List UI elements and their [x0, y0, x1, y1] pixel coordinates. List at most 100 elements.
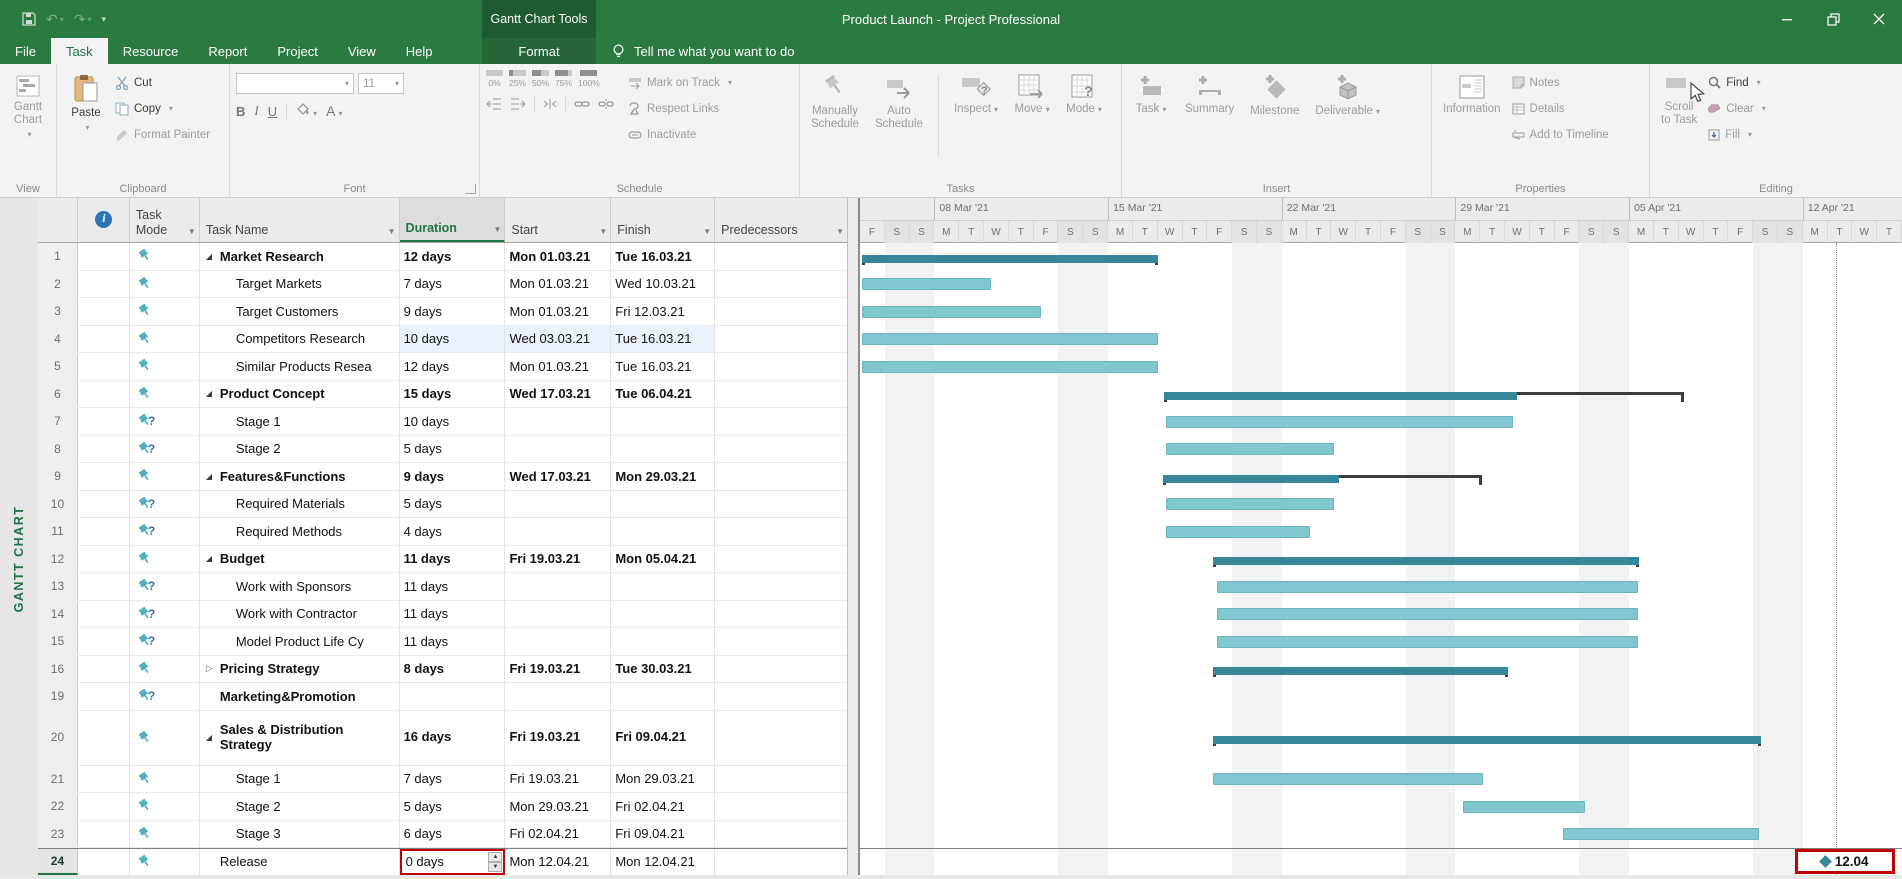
tab-format[interactable]: Format [482, 38, 596, 64]
task-name-cell[interactable]: ◢Product Concept [200, 381, 400, 408]
info-cell[interactable] [78, 381, 130, 408]
gantt-task-bar[interactable] [1563, 828, 1759, 840]
bold-button[interactable]: B [236, 104, 245, 119]
row-number[interactable]: 8 [38, 436, 78, 463]
info-cell[interactable] [78, 573, 130, 600]
row-number[interactable]: 5 [38, 353, 78, 380]
mode-button[interactable]: ? Mode [1061, 70, 1107, 177]
inactivate-button[interactable]: Inactivate [628, 124, 732, 145]
task-mode-cell[interactable] [130, 766, 200, 793]
select-all-header[interactable] [38, 198, 78, 242]
duration-cell[interactable]: 11 days [400, 546, 506, 573]
copy-button[interactable]: Copy [115, 98, 210, 119]
gantt-task-bar[interactable] [1166, 443, 1334, 455]
start-cell[interactable] [505, 628, 611, 655]
duration-cell[interactable]: 10 days [400, 326, 506, 353]
info-cell[interactable] [78, 326, 130, 353]
task-mode-cell[interactable] [130, 793, 200, 820]
customize-qat-icon[interactable]: ▾ [102, 14, 107, 25]
task-name-cell[interactable]: Stage 2 [200, 793, 400, 820]
redo-icon[interactable]: ↷▾ [74, 11, 92, 28]
link-tasks-icon[interactable] [574, 99, 590, 109]
task-mode-cell[interactable]: ? [130, 601, 200, 628]
gantt-task-bar[interactable] [1217, 581, 1638, 593]
gantt-task-bar[interactable] [1213, 773, 1483, 785]
predecessors-cell[interactable] [715, 381, 847, 408]
filter-caret-icon[interactable]: ▼ [494, 225, 502, 234]
row-number[interactable]: 15 [38, 628, 78, 655]
tab-report[interactable]: Report [193, 38, 262, 64]
task-name-cell[interactable]: ◢Market Research [200, 243, 400, 270]
percent-75-button[interactable]: 75% [555, 70, 572, 88]
task-mode-cell[interactable]: ? [130, 683, 200, 710]
gantt-task-bar[interactable] [1166, 526, 1310, 538]
font-name-select[interactable]: ▾ [236, 73, 354, 94]
predecessors-cell[interactable] [715, 491, 847, 518]
duration-cell[interactable]: 8 days [400, 656, 506, 683]
predecessors-cell[interactable] [715, 298, 847, 325]
task-mode-cell[interactable]: ? [130, 408, 200, 435]
info-cell[interactable] [78, 683, 130, 710]
filter-caret-icon[interactable]: ▼ [188, 227, 196, 236]
find-button[interactable]: Find [1708, 72, 1766, 93]
row-number[interactable]: 1 [38, 243, 78, 270]
start-cell[interactable]: Fri 02.04.21 [505, 821, 611, 848]
tab-view[interactable]: View [333, 38, 391, 64]
info-cell[interactable] [78, 353, 130, 380]
finish-cell[interactable]: Tue 16.03.21 [611, 243, 715, 270]
finish-cell[interactable]: Tue 06.04.21 [611, 381, 715, 408]
split-task-icon[interactable] [543, 98, 557, 110]
start-cell[interactable]: Mon 01.03.21 [505, 243, 611, 270]
filter-caret-icon[interactable]: ▼ [836, 227, 844, 236]
task-name-cell[interactable]: Competitors Research [200, 326, 400, 353]
underline-button[interactable]: U [268, 104, 277, 119]
percent-25-button[interactable]: 25% [509, 70, 526, 88]
info-cell[interactable] [78, 436, 130, 463]
tab-project[interactable]: Project [262, 38, 332, 64]
start-cell[interactable]: Wed 03.03.21 [505, 326, 611, 353]
row-number[interactable]: 14 [38, 601, 78, 628]
close-button[interactable] [1856, 0, 1902, 38]
task-mode-cell[interactable]: ? [130, 518, 200, 545]
row-number[interactable]: 24 [38, 849, 78, 875]
row-number[interactable]: 3 [38, 298, 78, 325]
add-to-timeline-button[interactable]: Add to Timeline [1512, 124, 1609, 145]
duration-spinner[interactable]: ▲▼ [488, 852, 502, 872]
task-mode-cell[interactable] [130, 353, 200, 380]
row-number[interactable]: 20 [38, 711, 78, 765]
undo-icon[interactable]: ↶▾ [46, 11, 64, 28]
row-number[interactable]: 11 [38, 518, 78, 545]
row-number[interactable]: 21 [38, 766, 78, 793]
row-number[interactable]: 9 [38, 463, 78, 490]
task-name-cell[interactable]: ▷Pricing Strategy [200, 656, 400, 683]
start-cell[interactable]: Mon 01.03.21 [505, 353, 611, 380]
task-mode-cell[interactable] [130, 849, 200, 875]
duration-cell[interactable]: 9 days [400, 298, 506, 325]
duration-cell[interactable]: 16 days [400, 711, 506, 765]
inspect-button[interactable]: ? Inspect [949, 70, 1003, 177]
task-name-cell[interactable]: Required Methods [200, 518, 400, 545]
start-cell[interactable] [505, 518, 611, 545]
start-cell[interactable]: Mon 01.03.21 [505, 298, 611, 325]
task-mode-cell[interactable] [130, 298, 200, 325]
italic-button[interactable]: I [254, 103, 258, 119]
outdent-task-icon[interactable] [486, 98, 502, 110]
predecessors-cell[interactable] [715, 573, 847, 600]
finish-cell[interactable] [611, 436, 715, 463]
predecessors-cell[interactable] [715, 326, 847, 353]
predecessors-cell[interactable] [715, 546, 847, 573]
duration-cell[interactable]: 0 days▲▼ [400, 849, 506, 875]
insert-deliverable-button[interactable]: Deliverable [1310, 70, 1385, 177]
predecessors-cell[interactable] [715, 683, 847, 710]
info-cell[interactable] [78, 243, 130, 270]
info-cell[interactable] [78, 821, 130, 848]
task-mode-cell[interactable] [130, 326, 200, 353]
gantt-task-bar[interactable] [862, 278, 991, 290]
finish-cell[interactable] [611, 683, 715, 710]
tab-task[interactable]: Task [51, 38, 108, 64]
restore-button[interactable] [1810, 0, 1856, 38]
finish-cell[interactable]: Mon 05.04.21 [611, 546, 715, 573]
gantt-chart-button[interactable]: GanttChart [5, 70, 51, 177]
milestone-diamond-icon[interactable] [1819, 855, 1832, 868]
task-mode-cell[interactable]: ? [130, 573, 200, 600]
